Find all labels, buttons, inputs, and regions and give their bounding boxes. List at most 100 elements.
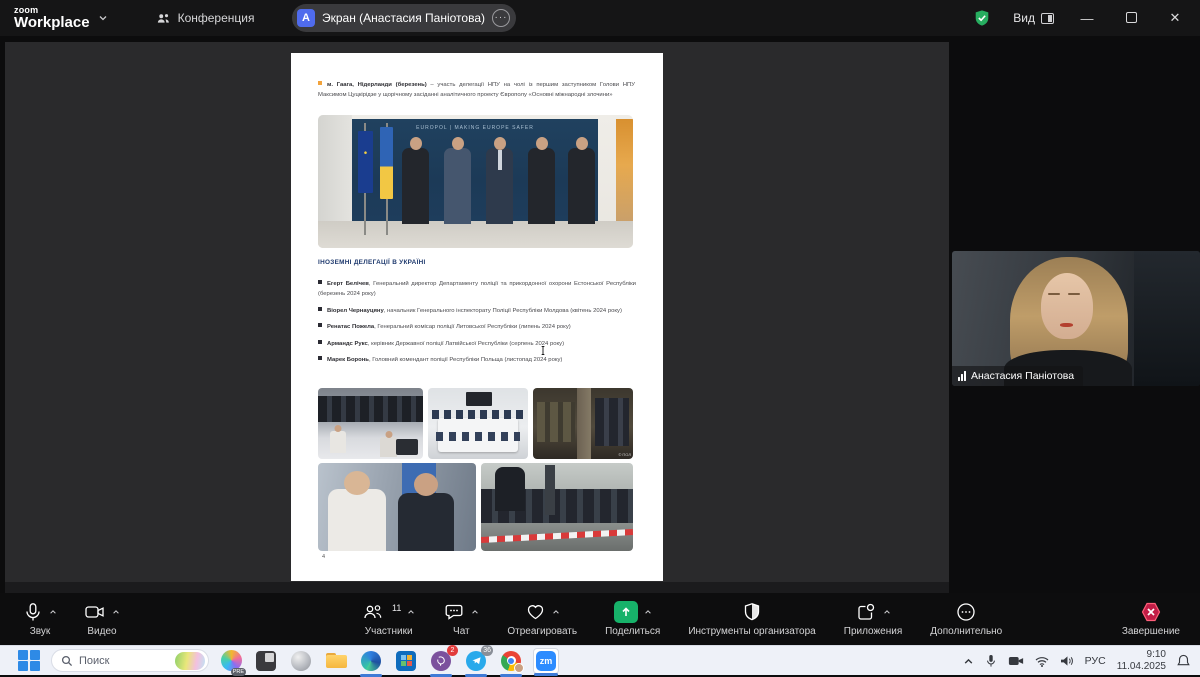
chat-options-chevron[interactable]	[471, 608, 479, 616]
presentation-app-icon	[256, 650, 276, 671]
tray-clock[interactable]: 9:10 11.04.2025	[1117, 649, 1166, 674]
meeting-main-area: м. Гаага, Нідерланди (березень) – участь…	[0, 36, 1200, 593]
tray-language-indicator[interactable]: РУС	[1085, 655, 1106, 667]
tab-conference-label: Конференция	[177, 11, 255, 25]
folder-icon	[325, 652, 347, 669]
text-cursor	[541, 346, 545, 355]
store-icon	[396, 650, 416, 671]
chat-icon	[445, 604, 463, 620]
end-meeting-button[interactable]: Завершение	[1118, 598, 1184, 639]
search-icon	[61, 655, 73, 666]
tab-conference[interactable]: Конференция	[156, 11, 255, 26]
person-silhouette	[402, 148, 429, 224]
audio-button[interactable]: Звук	[18, 598, 62, 639]
tray-camera-icon[interactable]	[1008, 655, 1024, 667]
participants-options-chevron[interactable]	[407, 608, 415, 616]
avatar: А	[297, 9, 315, 27]
host-tools-button[interactable]: Инструменты организатора	[684, 598, 819, 639]
tray-wifi-icon[interactable]	[1035, 656, 1049, 667]
tray-time: 9:10	[1146, 648, 1166, 660]
taskbar-app-browser-sphere[interactable]	[288, 648, 314, 674]
taskbar-app-copilot[interactable]: PRE	[218, 648, 246, 676]
taskbar-app-store[interactable]	[393, 648, 419, 674]
tab-more-icon[interactable]: ···	[492, 9, 511, 27]
tray-chevron-up-icon[interactable]	[963, 656, 974, 667]
view-layout-icon	[1041, 12, 1054, 24]
photo-meeting-room	[428, 388, 528, 459]
host-tools-shield-icon	[744, 603, 760, 621]
taskbar-app-viber[interactable]: 2	[428, 644, 458, 677]
document-intro-paragraph: м. Гаага, Нідерланди (березень) – участь…	[318, 80, 635, 101]
more-button[interactable]: Дополнительно	[926, 598, 1006, 639]
view-button[interactable]: Вид	[1013, 11, 1054, 25]
end-meeting-icon	[1141, 602, 1161, 622]
search-placeholder: Поиск	[79, 654, 110, 667]
person-silhouette	[486, 148, 513, 224]
microphone-icon	[26, 603, 40, 621]
camera-icon	[85, 606, 104, 618]
person-silhouette	[444, 148, 471, 224]
minimize-button[interactable]: —	[1076, 11, 1098, 26]
viber-badge: 2	[447, 644, 458, 656]
zoom-app-icon: zm	[536, 650, 556, 671]
chevron-down-icon[interactable]	[98, 13, 108, 23]
taskbar-app-edge[interactable]	[358, 648, 384, 677]
intro-lead: м. Гаага, Нідерланди (березень)	[327, 82, 427, 88]
photo-two-officials-flag	[318, 463, 476, 551]
tray-date: 11.04.2025	[1116, 661, 1166, 672]
shared-screen-region: м. Гаага, Нідерланди (березень) – участь…	[5, 42, 949, 582]
participants-count: 11	[392, 603, 402, 613]
page-number: 4	[322, 554, 326, 560]
delegations-list: Егерт Белічев, Генеральний директор Депа…	[318, 279, 636, 372]
search-highlight-image[interactable]	[175, 651, 205, 670]
zoom-meeting-toolbar: Звук Видео 11 Участники Чат Отреагироват…	[0, 593, 1200, 645]
list-item: Марек Боронь, Головний комендант поліції…	[318, 355, 636, 365]
share-bottom-strip	[5, 582, 949, 593]
signal-bars-icon	[958, 371, 966, 381]
chrome-profile-avatar	[514, 662, 524, 673]
ukraine-flag	[380, 127, 393, 199]
taskbar-app-zoom[interactable]: zm	[533, 647, 559, 676]
zoom-workplace-logo: zoom Workplace	[14, 6, 108, 30]
edge-icon	[361, 650, 381, 671]
document-section-heading: ІНОЗЕМНІ ДЕЛЕГАЦІЇ В УКРАЇНІ	[318, 259, 426, 266]
logo-line2: Workplace	[14, 14, 90, 31]
photo-officers-camo: © ПОЛ	[533, 388, 633, 459]
share-screen-button[interactable]: Поделиться	[601, 598, 664, 639]
taskbar-app-presentation[interactable]	[253, 648, 279, 674]
start-button[interactable]	[16, 648, 42, 674]
participant-video-tile[interactable]: Анастасия Паніотова	[952, 251, 1200, 386]
photo-police-cordon	[481, 463, 633, 551]
audio-options-chevron[interactable]	[49, 608, 57, 616]
apps-button[interactable]: Приложения	[840, 598, 907, 639]
taskbar-app-file-explorer[interactable]	[323, 648, 349, 674]
security-shield-icon	[975, 10, 989, 26]
person-silhouette	[568, 148, 595, 224]
taskbar-app-chrome[interactable]	[498, 648, 524, 677]
react-button[interactable]: Отреагировать	[503, 598, 581, 639]
sphere-app-icon	[291, 650, 311, 671]
video-button[interactable]: Видео	[80, 598, 124, 639]
close-button[interactable]: ✕	[1164, 10, 1186, 26]
chat-button[interactable]: Чат	[439, 598, 483, 639]
eu-flag	[358, 131, 373, 193]
tab-screen-share[interactable]: А Экран (Анастасия Паніотова) ···	[292, 4, 517, 32]
apps-options-chevron[interactable]	[883, 608, 891, 616]
participants-button[interactable]: 11 Участники	[358, 598, 419, 639]
video-options-chevron[interactable]	[112, 608, 120, 616]
react-options-chevron[interactable]	[552, 608, 560, 616]
share-options-chevron[interactable]	[644, 608, 652, 616]
maximize-button[interactable]	[1120, 11, 1142, 26]
share-icon	[613, 601, 638, 623]
taskbar-app-telegram[interactable]: 36	[463, 644, 493, 677]
taskbar-search[interactable]: Поиск	[51, 649, 209, 672]
participants-icon	[364, 605, 382, 619]
tray-notification-bell-icon[interactable]	[1177, 654, 1190, 668]
list-item: Егерт Белічев, Генеральний директор Депа…	[318, 280, 636, 298]
windows-taskbar: Поиск PRE 2 36 zm РУС 9:10 11.04.2025	[0, 644, 1200, 677]
heart-icon	[527, 605, 543, 620]
tray-microphone-icon[interactable]	[985, 654, 997, 668]
tab-screen-share-label: Экран (Анастасия Паніотова)	[322, 11, 486, 25]
telegram-badge: 36	[481, 644, 493, 656]
tray-speaker-icon[interactable]	[1060, 655, 1074, 667]
